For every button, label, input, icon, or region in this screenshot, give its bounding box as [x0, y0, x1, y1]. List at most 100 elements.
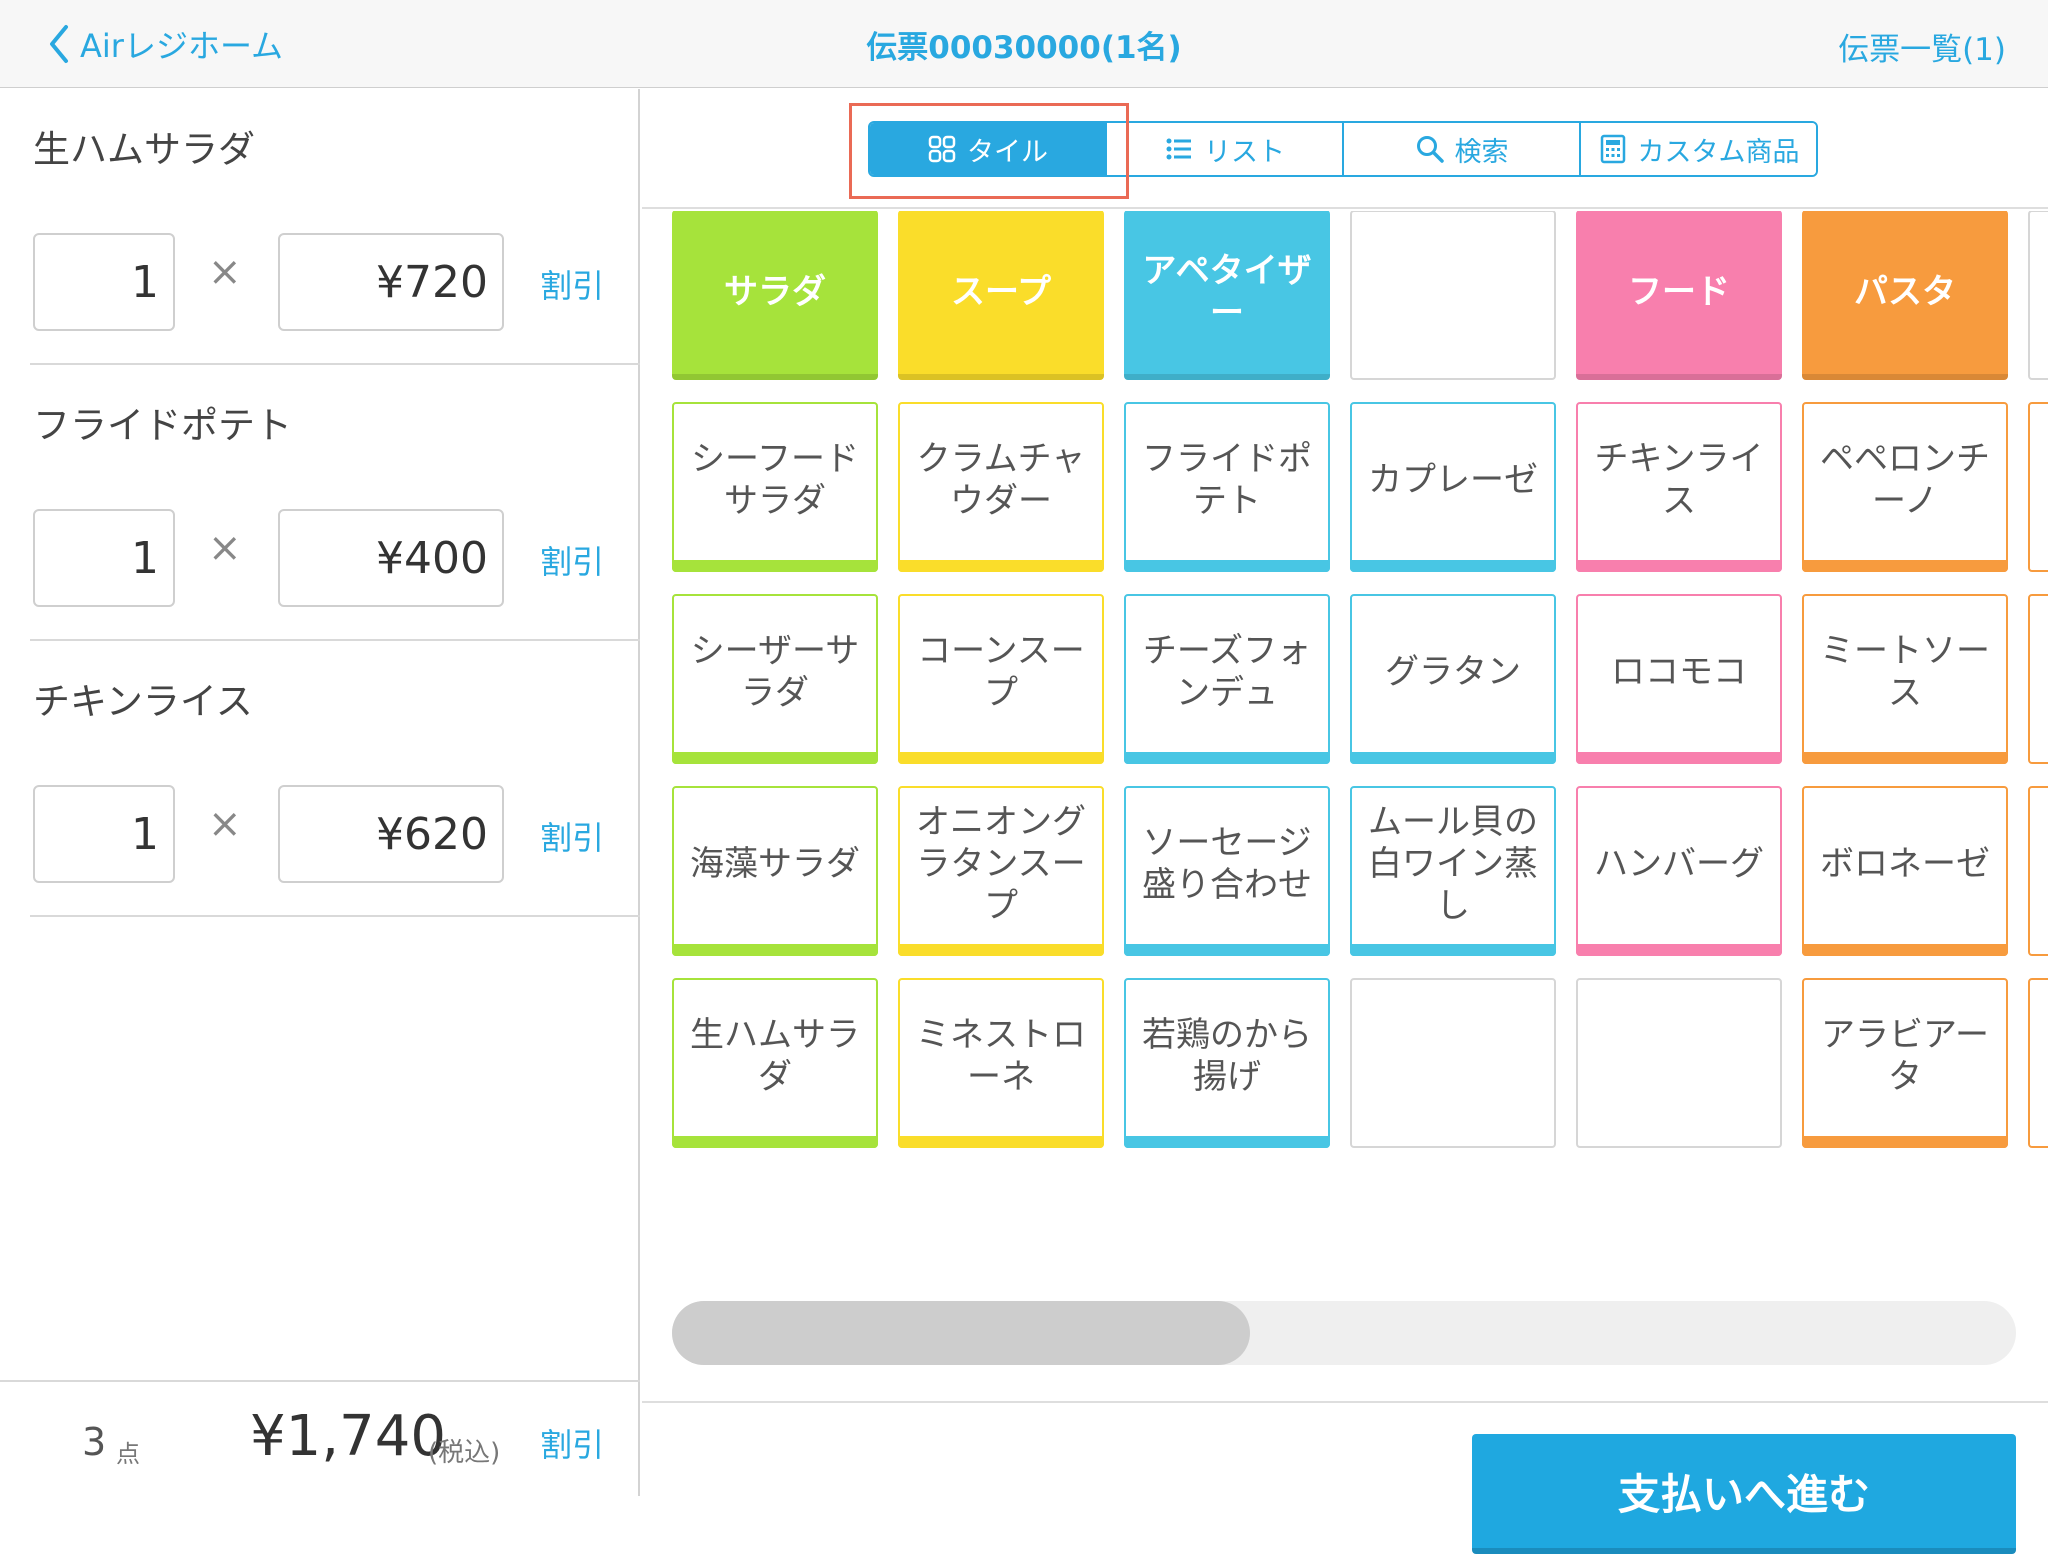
item-discount-button[interactable]: 割引: [540, 537, 604, 583]
offscreen-tile: [2028, 786, 2048, 956]
times-sign: ×: [208, 525, 242, 571]
category-color-bar: [672, 752, 878, 764]
offscreen-tile: [2028, 211, 2048, 380]
product-panel: タイル リスト 検索 カスタム商品 サラダ スープ アペタイザー フード パスタ…: [642, 89, 2048, 1554]
category-color-bar: [1802, 944, 2008, 956]
product-tile[interactable]: ミートソース: [1802, 594, 2008, 764]
quantity-field[interactable]: 1: [33, 509, 175, 607]
product-tile[interactable]: シーフードサラダ: [672, 402, 878, 572]
category-color-bar: [1576, 560, 1782, 572]
back-label: Airレジホーム: [80, 27, 283, 65]
category-tile[interactable]: アペタイザー: [1124, 211, 1330, 380]
product-tile[interactable]: フライドポテト: [1124, 402, 1330, 572]
divider: [642, 1401, 2048, 1403]
tab-search[interactable]: 検索: [1344, 123, 1581, 175]
product-tile[interactable]: ソーセージ盛り合わせ: [1124, 786, 1330, 956]
product-tile[interactable]: アラビアータ: [1802, 978, 2008, 1148]
ticket-list-button[interactable]: 伝票一覧(1): [1838, 24, 2006, 69]
product-tile-label: グラタン: [1385, 652, 1521, 692]
product-tile[interactable]: グラタン: [1350, 594, 1556, 764]
order-discount-button[interactable]: 割引: [540, 1420, 604, 1466]
item-count-unit: 点: [116, 1440, 140, 1468]
list-icon: [1166, 138, 1191, 160]
product-tile-grid: サラダ スープ アペタイザー フード パスタシーフードサラダ クラムチャウダー フライドポテ…: [642, 211, 2048, 1311]
order-item: フライドポテト 1 × ¥400 割引: [0, 365, 640, 641]
product-tile-label: ソーセージ盛り合わせ: [1142, 823, 1312, 905]
price-field[interactable]: ¥620: [278, 785, 504, 883]
category-color-bar: [898, 560, 1104, 572]
tab-custom-item[interactable]: カスタム商品: [1581, 123, 1816, 175]
product-tile[interactable]: 生ハムサラダ: [672, 978, 878, 1148]
product-tile-label: ミートソース: [1820, 631, 1990, 713]
category-tile[interactable]: サラダ: [672, 211, 878, 380]
order-summary: 3 点 ¥1,740 (税込) 割引: [0, 1380, 640, 1496]
category-color-bar: [1802, 752, 2008, 764]
product-tile[interactable]: シーザーサラダ: [672, 594, 878, 764]
product-tile-label: フライドポテト: [1142, 439, 1312, 521]
product-tile-label: チーズフォンデュ: [1142, 631, 1312, 713]
category-color-bar: [1350, 560, 1556, 572]
product-tile-label: 生ハムサラダ: [690, 1015, 860, 1097]
product-tile[interactable]: カプレーゼ: [1350, 402, 1556, 572]
product-tile[interactable]: ロコモコ: [1576, 594, 1782, 764]
product-tile[interactable]: コーンスープ: [898, 594, 1104, 764]
price-field[interactable]: ¥400: [278, 509, 504, 607]
empty-tile: [1350, 211, 1556, 380]
category-tile-label: パスタ: [1854, 272, 1956, 312]
chevron-left-icon: [50, 25, 68, 63]
tile-shadow: [1576, 374, 1782, 380]
scrollbar-thumb[interactable]: [672, 1301, 1250, 1365]
tab-search-label: 検索: [1454, 136, 1509, 168]
view-switcher: タイル リスト 検索 カスタム商品: [868, 121, 1818, 177]
proceed-to-payment-button[interactable]: 支払いへ進む: [1472, 1434, 2016, 1554]
price-field[interactable]: ¥720: [278, 233, 504, 331]
category-color-bar: [1124, 944, 1330, 956]
product-tile[interactable]: ムール貝の白ワイン蒸し: [1350, 786, 1556, 956]
total-price: ¥1,740: [250, 1404, 446, 1469]
category-tile[interactable]: パスタ: [1802, 211, 2008, 380]
product-tile[interactable]: チキンライス: [1576, 402, 1782, 572]
quantity-field[interactable]: 1: [33, 233, 175, 331]
top-bar: Airレジホーム 伝票00030000(1名) 伝票一覧(1): [0, 0, 2048, 88]
tab-tile[interactable]: タイル: [870, 123, 1107, 175]
category-tile[interactable]: フード: [1576, 211, 1782, 380]
order-item-name: チキンライス: [33, 680, 253, 723]
category-color-bar: [898, 1136, 1104, 1148]
product-tile-label: コーンスープ: [917, 631, 1085, 713]
category-tile-label: スープ: [951, 272, 1051, 312]
product-tile[interactable]: オニオングラタンスープ: [898, 786, 1104, 956]
product-tile-label: シーフードサラダ: [691, 439, 859, 521]
tile-shadow: [1124, 374, 1330, 380]
back-button[interactable]: Airレジホーム: [48, 20, 283, 68]
product-tile-label: 若鶏のから揚げ: [1142, 1015, 1312, 1097]
product-tile-label: ボロネーゼ: [1820, 844, 1990, 884]
product-tile[interactable]: ボロネーゼ: [1802, 786, 2008, 956]
category-color-bar: [1802, 560, 2008, 572]
category-color-bar: [1802, 1136, 2008, 1148]
category-tile-label: アペタイザー: [1142, 251, 1312, 333]
product-tile[interactable]: 海藻サラダ: [672, 786, 878, 956]
times-sign: ×: [208, 249, 242, 295]
quantity-field[interactable]: 1: [33, 785, 175, 883]
tab-list[interactable]: リスト: [1107, 123, 1344, 175]
product-tile[interactable]: ペペロンチーノ: [1802, 402, 2008, 572]
category-color-bar: [898, 752, 1104, 764]
product-tile[interactable]: クラムチャウダー: [898, 402, 1104, 572]
category-color-bar: [672, 560, 878, 572]
product-tile[interactable]: チーズフォンデュ: [1124, 594, 1330, 764]
product-tile-label: シーザーサラダ: [690, 631, 860, 713]
product-tile-label: アラビアータ: [1821, 1015, 1989, 1097]
order-item-name: フライドポテト: [33, 404, 292, 447]
item-discount-button[interactable]: 割引: [540, 261, 604, 307]
item-discount-button[interactable]: 割引: [540, 813, 604, 859]
product-tile[interactable]: ミネストローネ: [898, 978, 1104, 1148]
product-tile-label: チキンライス: [1594, 439, 1764, 521]
product-tile[interactable]: ハンバーグ: [1576, 786, 1782, 956]
category-color-bar: [1124, 1136, 1330, 1148]
product-tile[interactable]: 若鶏のから揚げ: [1124, 978, 1330, 1148]
offscreen-tile: [2028, 978, 2048, 1148]
category-color-bar: [1124, 560, 1330, 572]
order-panel: 生ハムサラダ 1 × ¥720 割引 フライドポテト 1 × ¥400 割引 チ…: [0, 89, 640, 1496]
category-tile[interactable]: スープ: [898, 211, 1104, 380]
offscreen-tile: [2028, 402, 2048, 572]
